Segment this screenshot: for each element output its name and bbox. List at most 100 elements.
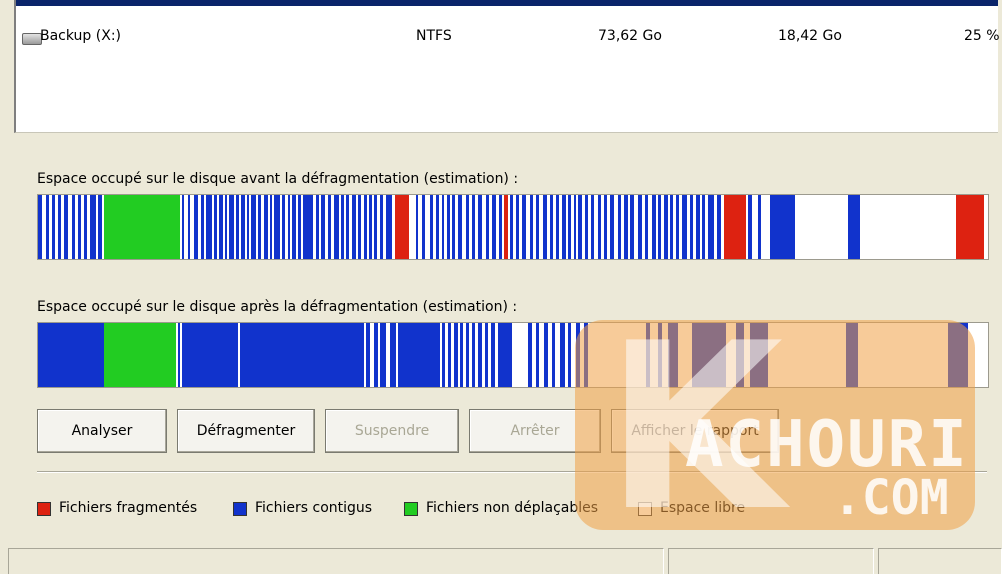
cluster-stripe: [258, 195, 261, 259]
cluster-stripe: [624, 195, 628, 259]
cluster-stripe: [604, 195, 607, 259]
cluster-stripe: [846, 323, 858, 387]
cluster-stripe: [491, 323, 495, 387]
volume-free-percent: 25 %: [964, 28, 1000, 44]
cluster-stripe: [78, 195, 81, 259]
cluster-stripe: [472, 195, 475, 259]
cluster-stripe: [552, 323, 555, 387]
cluster-stripe: [454, 323, 458, 387]
cluster-stripe: [316, 195, 319, 259]
cluster-stripe: [690, 195, 693, 259]
cluster-stripe: [598, 195, 601, 259]
legend: Fichiers fragmentés Fichiers contigus Fi…: [0, 500, 1002, 522]
after-defrag-label: Espace occupé sur le disque après la déf…: [37, 299, 518, 315]
status-pane-2: [668, 548, 874, 574]
stop-button[interactable]: Arrêter: [469, 409, 601, 453]
cluster-stripe: [436, 195, 439, 259]
cluster-stripe: [442, 323, 445, 387]
cluster-stripe: [466, 323, 469, 387]
volume-row-selected[interactable]: [16, 0, 998, 6]
cluster-stripe: [610, 195, 614, 259]
cluster-stripe: [645, 195, 648, 259]
cluster-stripe: [274, 195, 280, 259]
pause-button[interactable]: Suspendre: [325, 409, 459, 453]
cluster-stripe: [848, 195, 860, 259]
cluster-stripe: [492, 195, 496, 259]
cluster-stripe: [448, 323, 451, 387]
cluster-stripe: [104, 195, 180, 259]
cluster-stripe: [52, 195, 55, 259]
cluster-stripe: [380, 195, 383, 259]
cluster-stripe: [530, 195, 533, 259]
defragment-button[interactable]: Défragmenter: [177, 409, 315, 453]
cluster-stripe: [241, 195, 245, 259]
cluster-stripe: [447, 195, 450, 259]
cluster-stripe: [550, 195, 553, 259]
cluster-stripe: [556, 195, 559, 259]
before-defrag-cluster-map: [38, 195, 984, 259]
after-defrag-map: [37, 322, 989, 388]
before-defrag-label: Espace occupé sur le disque avant la déf…: [37, 171, 519, 187]
cluster-stripe: [104, 323, 176, 387]
cluster-stripe: [369, 195, 372, 259]
cluster-stripe: [292, 195, 296, 259]
cluster-stripe: [374, 323, 378, 387]
cluster-stripe: [568, 323, 571, 387]
cluster-stripe: [386, 195, 392, 259]
cluster-stripe: [282, 195, 285, 259]
cluster-stripe: [638, 195, 642, 259]
cluster-stripe: [630, 195, 634, 259]
cluster-stripe: [758, 195, 761, 259]
cluster-stripe: [240, 323, 364, 387]
cluster-stripe: [416, 195, 418, 259]
cluster-stripe: [288, 195, 290, 259]
fragmented-swatch-icon: [37, 502, 51, 516]
cluster-stripe: [219, 195, 223, 259]
volume-row[interactable]: Backup (X:) NTFS 73,62 Go 18,42 Go 25 %: [16, 26, 1000, 48]
cluster-stripe: [658, 323, 662, 387]
contiguous-swatch-icon: [233, 502, 247, 516]
cluster-stripe: [770, 195, 795, 259]
cluster-stripe: [956, 195, 984, 259]
cluster-stripe: [352, 195, 356, 259]
volume-name: Backup (X:): [40, 28, 121, 44]
unmovable-swatch-icon: [404, 502, 418, 516]
separator: [37, 471, 987, 473]
cluster-stripe: [578, 195, 582, 259]
cluster-stripe: [298, 195, 301, 259]
cluster-stripe: [702, 195, 705, 259]
cluster-stripe: [692, 323, 726, 387]
cluster-stripe: [194, 195, 198, 259]
cluster-stripe: [485, 323, 488, 387]
cluster-stripe: [346, 195, 349, 259]
cluster-stripe: [225, 195, 227, 259]
cluster-stripe: [90, 195, 96, 259]
cluster-stripe: [670, 195, 673, 259]
cluster-stripe: [422, 195, 425, 259]
cluster-stripe: [364, 195, 367, 259]
cluster-stripe: [717, 195, 721, 259]
legend-unmovable-label: Fichiers non déplaçables: [426, 500, 599, 516]
cluster-stripe: [188, 195, 190, 259]
before-defrag-map: [37, 194, 989, 260]
view-report-button[interactable]: Afficher le rapport: [611, 409, 779, 453]
cluster-stripe: [536, 323, 539, 387]
cluster-stripe: [750, 323, 768, 387]
cluster-stripe: [38, 323, 104, 387]
hard-drive-icon: [22, 33, 42, 45]
cluster-stripe: [478, 195, 482, 259]
cluster-stripe: [374, 195, 377, 259]
cluster-stripe: [452, 195, 455, 259]
cluster-stripe: [334, 195, 339, 259]
cluster-stripe: [178, 323, 180, 387]
cluster-stripe: [696, 195, 700, 259]
cluster-stripe: [510, 195, 513, 259]
volume-list[interactable]: Backup (X:) NTFS 73,62 Go 18,42 Go 25 %: [14, 0, 1000, 133]
cluster-stripe: [46, 195, 49, 259]
cluster-stripe: [321, 195, 325, 259]
cluster-stripe: [390, 323, 396, 387]
cluster-stripe: [328, 195, 331, 259]
cluster-stripe: [398, 323, 440, 387]
cluster-stripe: [58, 195, 61, 259]
analyze-button[interactable]: Analyser: [37, 409, 167, 453]
